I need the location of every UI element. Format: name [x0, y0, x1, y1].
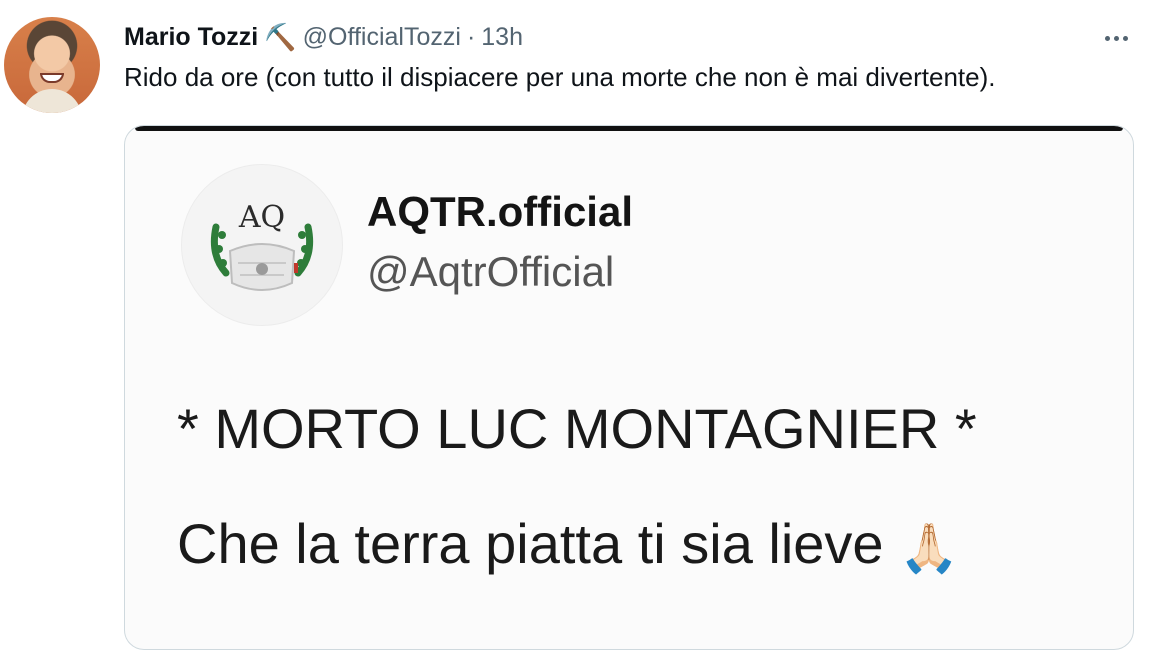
pray-icon: 🙏🏻 — [899, 522, 959, 576]
more-dot — [1104, 35, 1110, 41]
tweet-header: Mario Tozzi ⛏️ @OfficialTozzi · 13h — [124, 20, 523, 54]
media-top-border — [135, 126, 1123, 131]
separator-dot: · — [466, 22, 476, 51]
quoted-text-line-1: * MORTO LUC MONTAGNIER * — [177, 397, 977, 460]
author-avatar[interactable] — [4, 17, 100, 113]
avatar-shirt — [22, 89, 82, 113]
quoted-account-logo: AQ — [181, 164, 343, 326]
logo-text: AQ — [238, 200, 285, 235]
quoted-account-handle: @AqtrOfficial — [367, 248, 615, 295]
more-dot — [1122, 35, 1128, 41]
aqtr-logo-icon: AQ — [210, 200, 314, 291]
author-name[interactable]: Mario Tozzi — [124, 23, 258, 52]
pick-icon: ⛏️ — [264, 22, 297, 52]
tweet-timestamp[interactable]: 13h — [481, 23, 523, 52]
tweet-media-image[interactable]: AQ AQTR.official @AqtrOfficial * MORTO L… — [124, 125, 1134, 650]
quoted-text-line-2: Che la terra piatta ti sia lieve 🙏🏻 — [177, 511, 959, 577]
avatar-smile — [40, 73, 64, 83]
more-icon[interactable] — [1098, 24, 1134, 52]
tweet-text: Rido da ore (con tutto il dispiacere per… — [124, 62, 996, 92]
author-handle[interactable]: @OfficialTozzi — [303, 23, 461, 52]
quoted-account-name: AQTR.official — [367, 188, 634, 235]
quoted-text-line-2-text: Che la terra piatta ti sia lieve — [177, 512, 884, 575]
more-dot — [1113, 35, 1119, 41]
